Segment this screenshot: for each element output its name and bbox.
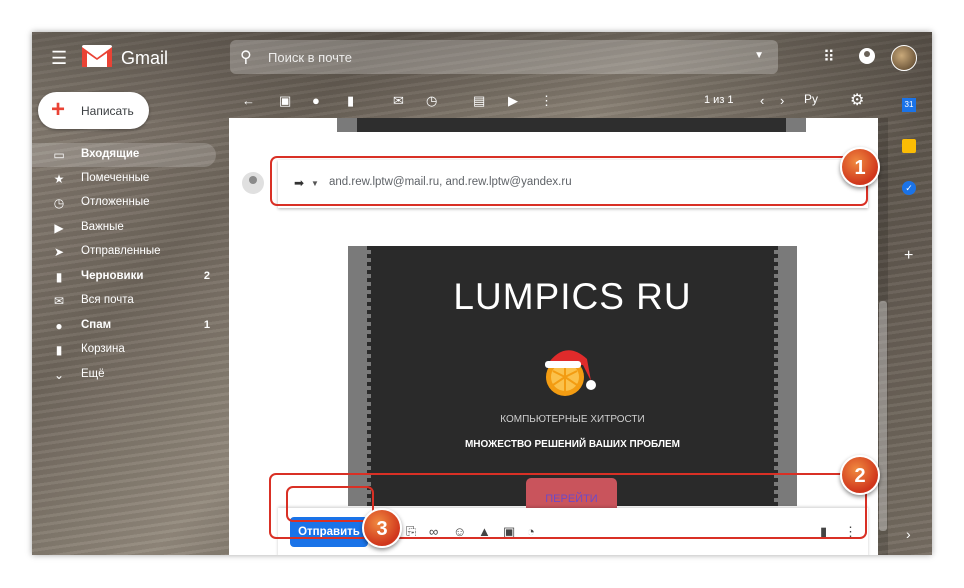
compose-button[interactable]: + Написать — [38, 92, 149, 129]
apps-grid-icon[interactable]: ⠿ — [823, 47, 835, 67]
tasks-icon[interactable]: ✓ — [902, 181, 916, 195]
mail-icon: ✉ — [53, 294, 65, 308]
spam-icon: ● — [55, 319, 63, 333]
sidebar-item-label: Вся почта — [81, 294, 134, 306]
annotation-box-recipients — [270, 156, 868, 206]
add-addon-icon[interactable]: + — [904, 247, 913, 265]
important-icon: ▶ — [54, 221, 64, 235]
sidebar-item-label: Черновики — [81, 270, 144, 282]
sidebar-item-starred[interactable]: ★ Помеченные — [32, 167, 216, 191]
settings-gear-icon[interactable]: ⚙ — [850, 90, 864, 110]
search-input[interactable] — [268, 48, 708, 66]
plus-icon: + — [51, 96, 66, 123]
search-box[interactable]: ⚲ ▼ — [230, 40, 778, 74]
expand-panel-icon[interactable]: › — [906, 526, 911, 542]
next-icon[interactable]: › — [780, 93, 784, 108]
star-icon: ★ — [53, 172, 65, 186]
email-content-card: LUMPICS RU КОМПЬЮТЕРНЫЕ ХИТРОСТИ МНОЖЕСТ… — [348, 246, 797, 518]
scrollbar[interactable] — [878, 118, 888, 555]
sidebar-item-inbox[interactable]: ▭ Входящие — [32, 143, 216, 167]
archive-icon[interactable]: ▣ — [279, 93, 291, 109]
sidebar-item-label: Спам — [81, 319, 112, 331]
sidebar-item-label: Корзина — [81, 343, 125, 355]
account-icon[interactable] — [859, 48, 875, 64]
compose-label: Написать — [81, 104, 134, 118]
search-options-icon[interactable]: ▼ — [754, 50, 764, 61]
search-icon[interactable]: ⚲ — [240, 47, 252, 67]
move-to-icon[interactable]: ▤ — [473, 93, 485, 109]
draft-icon: ▮ — [55, 270, 63, 284]
pager-text: 1 из 1 — [704, 94, 734, 106]
spam-count: 1 — [203, 319, 210, 331]
calendar-icon[interactable]: 31 — [902, 98, 916, 112]
card-tagline: МНОЖЕСТВО РЕШЕНИЙ ВАШИХ ПРОБЛЕМ — [464, 439, 681, 450]
sidebar-item-important[interactable]: ▶ Важные — [32, 216, 216, 240]
sender-avatar — [242, 172, 264, 194]
sidebar-item-all-mail[interactable]: ✉ Вся почта — [32, 289, 216, 313]
sidebar-item-label: Важные — [81, 221, 124, 233]
trash-icon: ▮ — [55, 343, 63, 357]
label-icon[interactable]: ▶ — [508, 93, 518, 109]
sidebar-item-spam[interactable]: ● Спам 1 — [32, 314, 216, 338]
brand-name: Gmail — [121, 48, 169, 68]
report-spam-icon[interactable]: ● — [312, 93, 320, 108]
sidebar-item-label: Отложенные — [81, 196, 150, 208]
inbox-icon: ▭ — [53, 148, 65, 162]
input-language-button[interactable]: Ру — [804, 92, 818, 106]
sidebar-item-label: Отправленные — [81, 245, 161, 257]
sidebar-item-label: Помеченные — [81, 172, 150, 184]
more-vert-icon[interactable]: ⋮ — [540, 93, 553, 109]
annotation-badge-1: 1 — [840, 147, 880, 187]
sidebar-item-more[interactable]: ⌄ Ещё — [32, 363, 216, 387]
delete-icon[interactable]: ▮ — [347, 93, 354, 109]
scrollbar-thumb[interactable] — [879, 301, 887, 531]
previous-image-strip — [337, 118, 806, 132]
menu-icon[interactable]: ☰ — [51, 48, 67, 69]
sidebar-item-label: Входящие — [81, 148, 140, 160]
back-arrow-icon[interactable]: ← — [242, 93, 255, 108]
annotation-badge-3: 3 — [362, 508, 402, 548]
avatar[interactable] — [891, 45, 917, 71]
send-icon: ➤ — [53, 245, 65, 259]
prev-icon[interactable]: ‹ — [760, 93, 764, 108]
snooze-icon[interactable]: ◷ — [426, 93, 437, 109]
drafts-count: 2 — [203, 270, 210, 282]
sidebar-item-drafts[interactable]: ▮ Черновики 2 — [32, 265, 216, 289]
chevron-down-icon: ⌄ — [53, 368, 65, 382]
annotation-box-send — [286, 486, 374, 522]
sidebar-item-label: Ещё — [81, 368, 105, 380]
keep-icon[interactable] — [902, 139, 916, 153]
clock-icon: ◷ — [53, 196, 65, 210]
mark-unread-icon[interactable]: ✉ — [393, 93, 404, 109]
sidebar-item-snoozed[interactable]: ◷ Отложенные — [32, 191, 216, 215]
sidebar-item-trash[interactable]: ▮ Корзина — [32, 338, 216, 362]
card-title: LUMPICS RU — [453, 276, 692, 317]
gmail-logo[interactable] — [82, 45, 112, 67]
sidebar-item-sent[interactable]: ➤ Отправленные — [32, 240, 216, 264]
annotation-badge-2: 2 — [840, 455, 880, 495]
orange-santa-hat-logo — [545, 350, 596, 396]
card-subtitle: КОМПЬЮТЕРНЫЕ ХИТРОСТИ — [500, 414, 645, 425]
